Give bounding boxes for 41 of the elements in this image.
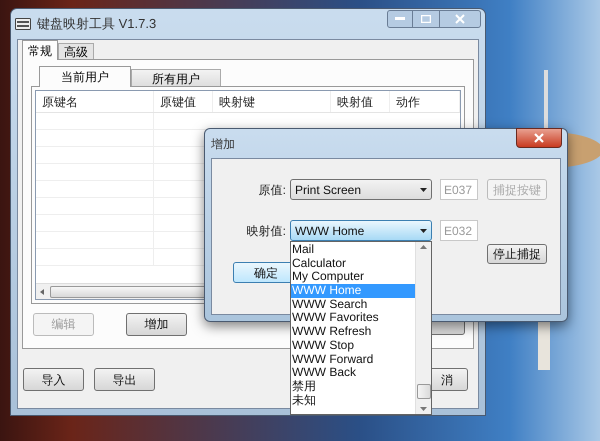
tab[interactable]: 高级: [58, 43, 94, 60]
column-header[interactable]: 动作: [396, 92, 420, 110]
dropdown-option[interactable]: Mail: [291, 243, 415, 257]
button[interactable]: 增加: [126, 312, 187, 336]
dropdown[interactable]: Print Screen: [290, 179, 432, 200]
dropdown-option[interactable]: WWW Search: [291, 298, 415, 312]
maximize-icon: [421, 15, 431, 23]
column-header[interactable]: 原键值: [160, 92, 196, 110]
window-title: 键盘映射工具 V1.7.3: [37, 15, 156, 34]
minimize-icon: [395, 17, 405, 21]
vertical-scrollbar[interactable]: [415, 242, 431, 414]
close-icon: [455, 14, 465, 24]
tab[interactable]: 当前用户: [39, 66, 131, 87]
dropdown-option[interactable]: WWW Refresh: [291, 325, 415, 339]
keyboard-icon: [15, 18, 31, 30]
tab[interactable]: 常规: [22, 40, 58, 60]
field-label: 原值:: [258, 182, 286, 198]
scroll-up-icon[interactable]: [420, 245, 427, 249]
dropdown-option[interactable]: 未知: [291, 394, 415, 408]
column-header[interactable]: 映射键: [219, 92, 255, 110]
button[interactable]: 停止捕捉: [487, 244, 547, 264]
caret-icon: [420, 188, 427, 192]
dropdown-option[interactable]: WWW Forward: [291, 352, 415, 366]
dialog-title: 增加: [211, 136, 235, 152]
close-icon: [534, 133, 544, 143]
dropdown-option[interactable]: WWW Favorites: [291, 311, 415, 326]
caret-icon: [420, 228, 427, 232]
column-header[interactable]: 原键名: [42, 92, 78, 110]
column-header[interactable]: 映射值: [337, 92, 373, 110]
scroll-left-icon[interactable]: [38, 288, 46, 296]
dropdown-option[interactable]: WWW Stop: [291, 338, 415, 352]
button[interactable]: 导出: [94, 368, 155, 391]
dropdown[interactable]: WWW Home: [290, 220, 432, 241]
button[interactable]: 导入: [23, 368, 84, 391]
scroll-down-icon[interactable]: [420, 407, 427, 411]
minimize-button[interactable]: [387, 10, 413, 28]
scroll-thumb[interactable]: [416, 384, 430, 399]
field-label: 映射值:: [246, 222, 286, 240]
tab[interactable]: 所有用户: [131, 69, 221, 87]
close-button[interactable]: [516, 128, 562, 148]
maximize-button[interactable]: [413, 10, 439, 28]
